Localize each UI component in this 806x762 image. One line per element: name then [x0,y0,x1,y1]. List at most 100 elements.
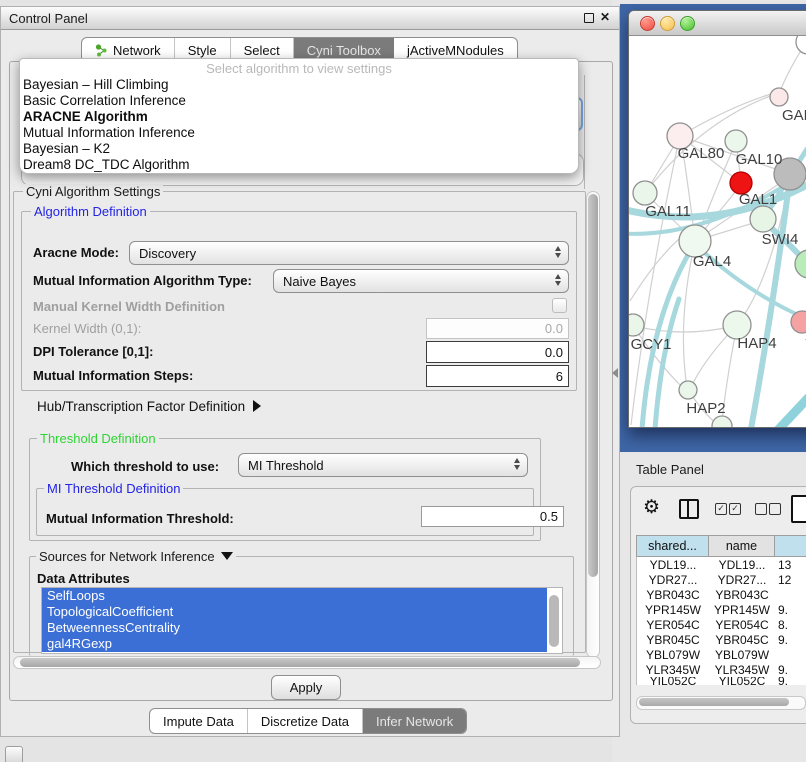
dropdown-item-selected[interactable]: ARACNE Algorithm [23,109,148,124]
cell[interactable]: 9. [775,632,806,647]
aracne-mode-select[interactable]: Discovery [129,241,569,265]
cell[interactable]: YBR045C [637,632,709,647]
cell[interactable]: YIL052C [709,677,775,685]
cell[interactable]: YDL19... [709,557,775,572]
settings-horizontal-scrollbar[interactable] [13,656,601,669]
attribute-item-selected[interactable]: BetweennessCentrality [42,620,547,636]
panel-collapse-handle[interactable] [612,368,618,378]
cell[interactable]: YDR27... [637,572,709,587]
network-canvas[interactable]: GAL80 GAL10 GAL11 GAL1 SWI4 GAL4 GCY1 HA… [629,36,806,427]
minimize-traffic-light[interactable] [660,16,675,31]
unchecked-box-icon[interactable] [769,503,781,515]
node-gal1[interactable] [750,206,776,232]
cell[interactable]: YBL079W [637,647,709,662]
attributes-scrollbar[interactable] [548,590,560,651]
table-body[interactable]: YDL19... YDL19... 13 YDR27... YDR27... 1… [636,557,806,685]
cell[interactable] [775,647,806,662]
float-window-icon[interactable] [584,13,594,23]
column-layout-icon[interactable] [679,499,699,519]
cell[interactable]: YBR045C [709,632,775,647]
column-header-partial[interactable]: A [775,535,806,557]
node-green-small[interactable] [725,130,747,152]
cell[interactable]: YPR145W [637,602,709,617]
cell[interactable]: YER054C [709,617,775,632]
node-gcy1[interactable] [629,314,644,336]
dropdown-item[interactable]: Mutual Information Inference [23,125,195,140]
cell[interactable]: 9. [775,662,806,677]
table-row[interactable]: YBR043C YBR043C [637,587,806,602]
scrollbar-thumb[interactable] [549,595,559,647]
close-icon[interactable]: ✕ [600,10,610,24]
cell[interactable]: YDL19... [637,557,709,572]
table-row[interactable]: YPR145W YPR145W 9. [637,602,806,617]
table-row[interactable]: YBR045C YBR045C 9. [637,632,806,647]
attribute-item-selected[interactable]: gal4RGexp [42,636,547,652]
algorithm-dropdown-popup[interactable]: Select algorithm to view settings Bayesi… [19,58,579,174]
data-attributes-list[interactable]: SelfLoops TopologicalCoefficient Between… [41,587,563,654]
cell[interactable]: 9. [775,677,806,685]
column-header-shared-name[interactable]: shared... [636,535,709,557]
cell[interactable] [775,587,806,602]
table-row-partial[interactable]: YIL052C YIL052C 9. [637,677,806,685]
attribute-item-selected[interactable]: TopologicalCoefficient [42,604,547,620]
tab-discretize-data[interactable]: Discretize Data [248,709,363,733]
mi-steps-field[interactable]: 6 [426,365,569,387]
scrollbar-thumb[interactable] [588,194,598,577]
dropdown-item[interactable]: Bayesian – K2 [23,141,110,156]
hub-section-toggle[interactable]: Hub/Transcription Factor Definition [37,399,261,414]
close-traffic-light[interactable] [640,16,655,31]
cell[interactable]: 13 [775,557,806,572]
mi-type-select[interactable]: Naive Bayes [273,269,569,293]
dropdown-item[interactable]: Basic Correlation Inference [23,93,186,108]
gear-icon[interactable]: ⚙ [643,497,660,519]
control-panel-titlebar[interactable]: Control Panel ✕ [1,7,619,30]
manual-kernel-checkbox[interactable] [552,298,567,313]
table-header-row[interactable]: shared... name A [636,535,806,557]
cell[interactable]: YDR27... [709,572,775,587]
cell[interactable]: YIL052C [637,677,709,685]
node-gal11[interactable] [633,181,657,205]
node-partial-top[interactable] [796,36,806,54]
network-window-titlebar[interactable] [629,11,806,36]
cell[interactable]: YPR145W [709,602,775,617]
zoom-traffic-light[interactable] [680,16,695,31]
table-horizontal-scrollbar[interactable] [636,696,806,710]
table-row[interactable]: YER054C YER054C 8. [637,617,806,632]
cell[interactable]: YLR345W [709,662,775,677]
table-row[interactable]: YBL079W YBL079W [637,647,806,662]
cell[interactable]: YER054C [637,617,709,632]
which-threshold-select[interactable]: MI Threshold [238,453,528,477]
attribute-item-selected[interactable]: SelfLoops [42,588,547,604]
cell[interactable]: YLR345W [637,662,709,677]
apply-button[interactable]: Apply [271,675,341,700]
checked-box-icon[interactable]: ✓ [715,503,727,515]
table-row[interactable]: YLR345W YLR345W 9. [637,662,806,677]
mi-threshold-field[interactable]: 0.5 [421,506,564,527]
node-pink-right[interactable] [770,88,788,106]
dpi-tolerance-field[interactable]: 0.0 [426,341,569,363]
table-row[interactable]: YDR27... YDR27... 12 [637,572,806,587]
minimized-panel-button[interactable] [5,746,23,762]
cell[interactable]: YBR043C [637,587,709,602]
tab-infer-network[interactable]: Infer Network [363,709,466,733]
cell[interactable]: 9. [775,602,806,617]
dropdown-item[interactable]: Dream8 DC_TDC Algorithm [23,157,190,172]
dropdown-item[interactable]: Bayesian – Hill Climbing [23,77,169,92]
cell[interactable]: 12 [775,572,806,587]
settings-vertical-scrollbar[interactable] [586,191,600,658]
cell[interactable]: 8. [775,617,806,632]
cell[interactable]: YBR043C [709,587,775,602]
tab-impute-data[interactable]: Impute Data [150,709,248,733]
bottom-tabs[interactable]: Impute Data Discretize Data Infer Networ… [149,708,467,734]
unchecked-box-icon[interactable] [755,503,767,515]
cell[interactable]: YBL079W [709,647,775,662]
checked-box-icon[interactable]: ✓ [729,503,741,515]
scrollbar-thumb[interactable] [20,658,580,667]
node-hap2[interactable] [679,381,697,399]
sources-group-toggle[interactable]: Sources for Network Inference [36,549,236,564]
node-partial-bottom[interactable] [712,416,732,427]
node-table[interactable]: shared... name A YDL19... YDL19... 13 YD… [636,535,806,685]
table-row[interactable]: YDL19... YDL19... 13 [637,557,806,572]
document-icon[interactable] [791,495,806,523]
scrollbar-thumb[interactable] [639,698,789,706]
